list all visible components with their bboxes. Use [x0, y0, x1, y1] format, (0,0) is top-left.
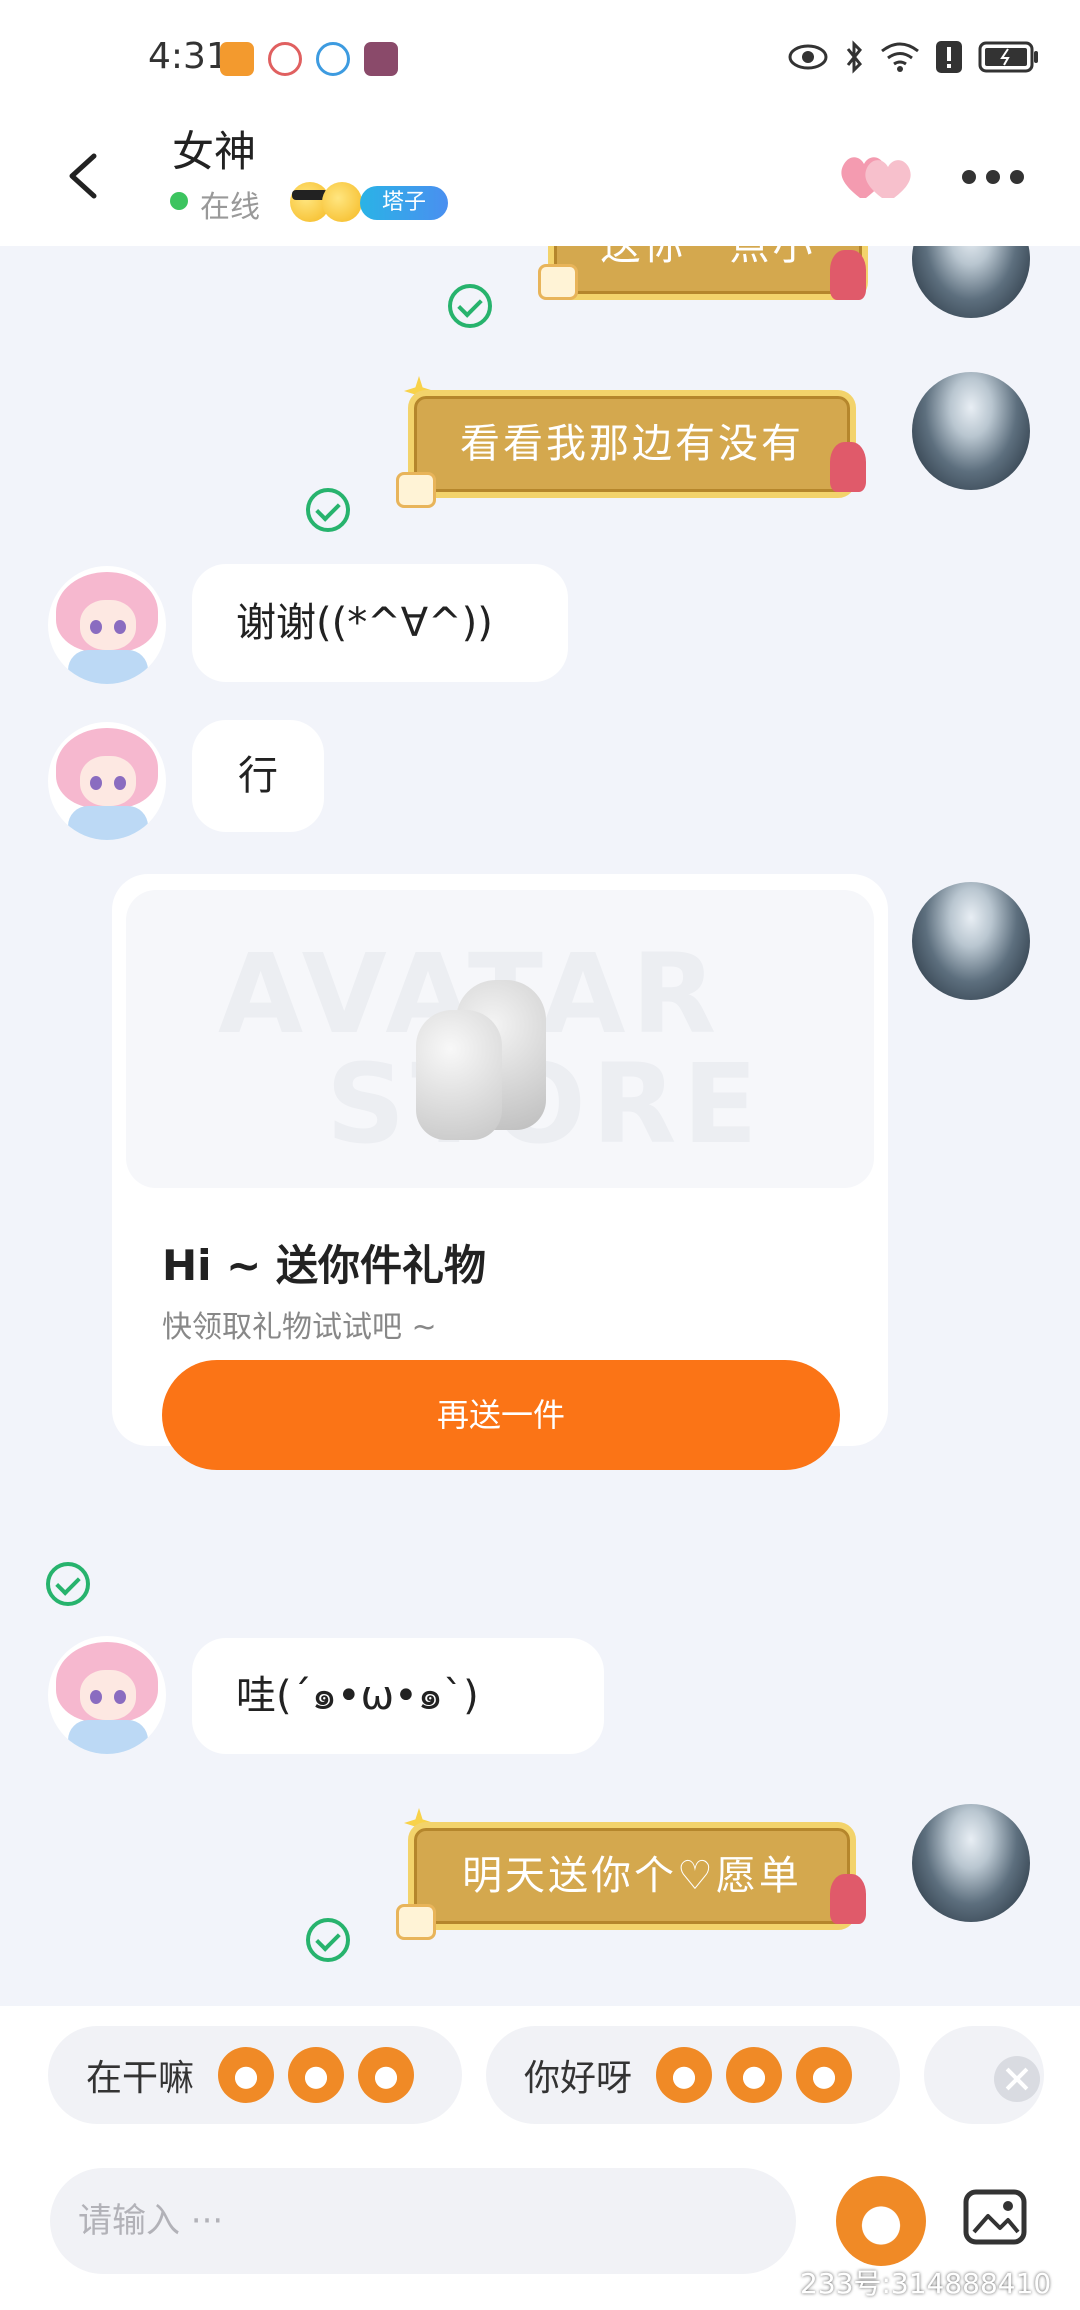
chat-title: 女神	[172, 127, 257, 176]
image-picker-icon[interactable]	[960, 2182, 1030, 2252]
cool-emoji-icon	[322, 182, 362, 222]
friend-avatar[interactable]	[48, 566, 166, 684]
my-avatar[interactable]	[912, 246, 1030, 318]
quick-reply-bar: 在干嘛 你好呀	[0, 2006, 1080, 2156]
fluffy-boot-icon	[416, 1010, 502, 1140]
chat-header: 女神 在线 塔子	[0, 110, 1080, 246]
read-check-icon	[306, 488, 350, 532]
bluetooth-icon	[846, 40, 863, 74]
message-input[interactable]	[50, 2168, 796, 2274]
chibi-decoration-icon	[830, 250, 866, 300]
mascot-surprised-icon	[726, 2047, 783, 2103]
wifi-icon	[881, 42, 919, 72]
online-dot-icon	[170, 192, 188, 210]
my-avatar[interactable]	[912, 882, 1030, 1000]
game-notification-icon	[364, 42, 398, 76]
read-check-icon	[306, 1918, 350, 1962]
dot	[986, 170, 1000, 184]
read-check-icon	[46, 1562, 90, 1606]
chibi-decoration-icon	[830, 442, 866, 492]
app-notification-icon	[316, 42, 350, 76]
cake-decoration-icon	[396, 472, 436, 508]
message-bubble-received[interactable]: 行	[192, 720, 324, 832]
more-options-button[interactable]	[962, 162, 1032, 192]
message-bubble-received[interactable]: 哇(´๑•ω•๑`)	[192, 1638, 604, 1754]
quick-reply-chip[interactable]: 在干嘛	[48, 2026, 462, 2124]
video-app-notification-icon	[220, 42, 254, 76]
relationship-badge[interactable]: 塔子	[360, 186, 449, 220]
my-avatar[interactable]	[912, 1804, 1030, 1922]
eye-icon	[788, 44, 828, 70]
gift-image: AVATAR STORE	[126, 890, 874, 1188]
battery-icon	[978, 41, 1038, 73]
source-watermark: 233号:314888410	[800, 2267, 1052, 2300]
app-notification-icon	[268, 42, 302, 76]
quick-reply-label: 在干嘛	[86, 2058, 195, 2099]
message-bubble-sent[interactable]: 明天送你个♡愿单	[408, 1822, 856, 1930]
online-status: 在线	[200, 190, 260, 225]
mascot-surprised-icon	[656, 2047, 713, 2103]
notification-icons	[220, 42, 398, 76]
dot	[1010, 170, 1024, 184]
chibi-decoration-icon	[830, 1874, 866, 1924]
mascot-grin-icon	[358, 2047, 415, 2103]
status-time: 4:31	[148, 36, 229, 77]
friend-avatar[interactable]	[48, 1636, 166, 1754]
dot	[962, 170, 976, 184]
read-check-icon	[448, 284, 492, 328]
mascot-grin-icon	[288, 2047, 345, 2103]
my-avatar[interactable]	[912, 372, 1030, 490]
close-icon[interactable]	[994, 2056, 1040, 2102]
mascot-grin-icon	[218, 2047, 275, 2103]
send-another-button[interactable]: 再送一件	[162, 1360, 840, 1470]
gift-subtitle: 快领取礼物试试吧 ~	[162, 1310, 437, 1345]
mascot-sticker-icon[interactable]	[836, 2176, 926, 2266]
message-bubble-received[interactable]: 谢谢((*^∀^))	[192, 564, 568, 682]
cake-decoration-icon	[396, 1904, 436, 1940]
mascot-surprised-icon	[796, 2047, 853, 2103]
hearts-icon[interactable]	[838, 146, 918, 206]
chat-message-list[interactable]: 送你一点小 看看我那边有没有 谢谢((*^∀^)) 行 AVATAR STORE…	[0, 246, 1080, 2006]
message-bubble-sent[interactable]: 看看我那边有没有	[408, 390, 856, 498]
back-arrow-icon[interactable]	[56, 146, 116, 206]
alert-icon	[936, 41, 962, 73]
system-status-icons	[788, 40, 1040, 74]
message-bubble-sent[interactable]: 送你一点小	[548, 246, 868, 300]
quick-reply-chip[interactable]: 你好呀	[486, 2026, 900, 2124]
friend-avatar[interactable]	[48, 722, 166, 840]
gift-title: Hi ~ 送你件礼物	[162, 1241, 486, 1290]
quick-reply-label: 你好呀	[524, 2058, 633, 2099]
status-bar: 4:31	[0, 0, 1080, 110]
cake-decoration-icon	[538, 264, 578, 300]
gift-card[interactable]: AVATAR STORE Hi ~ 送你件礼物 快领取礼物试试吧 ~ 再送一件	[112, 874, 888, 1470]
